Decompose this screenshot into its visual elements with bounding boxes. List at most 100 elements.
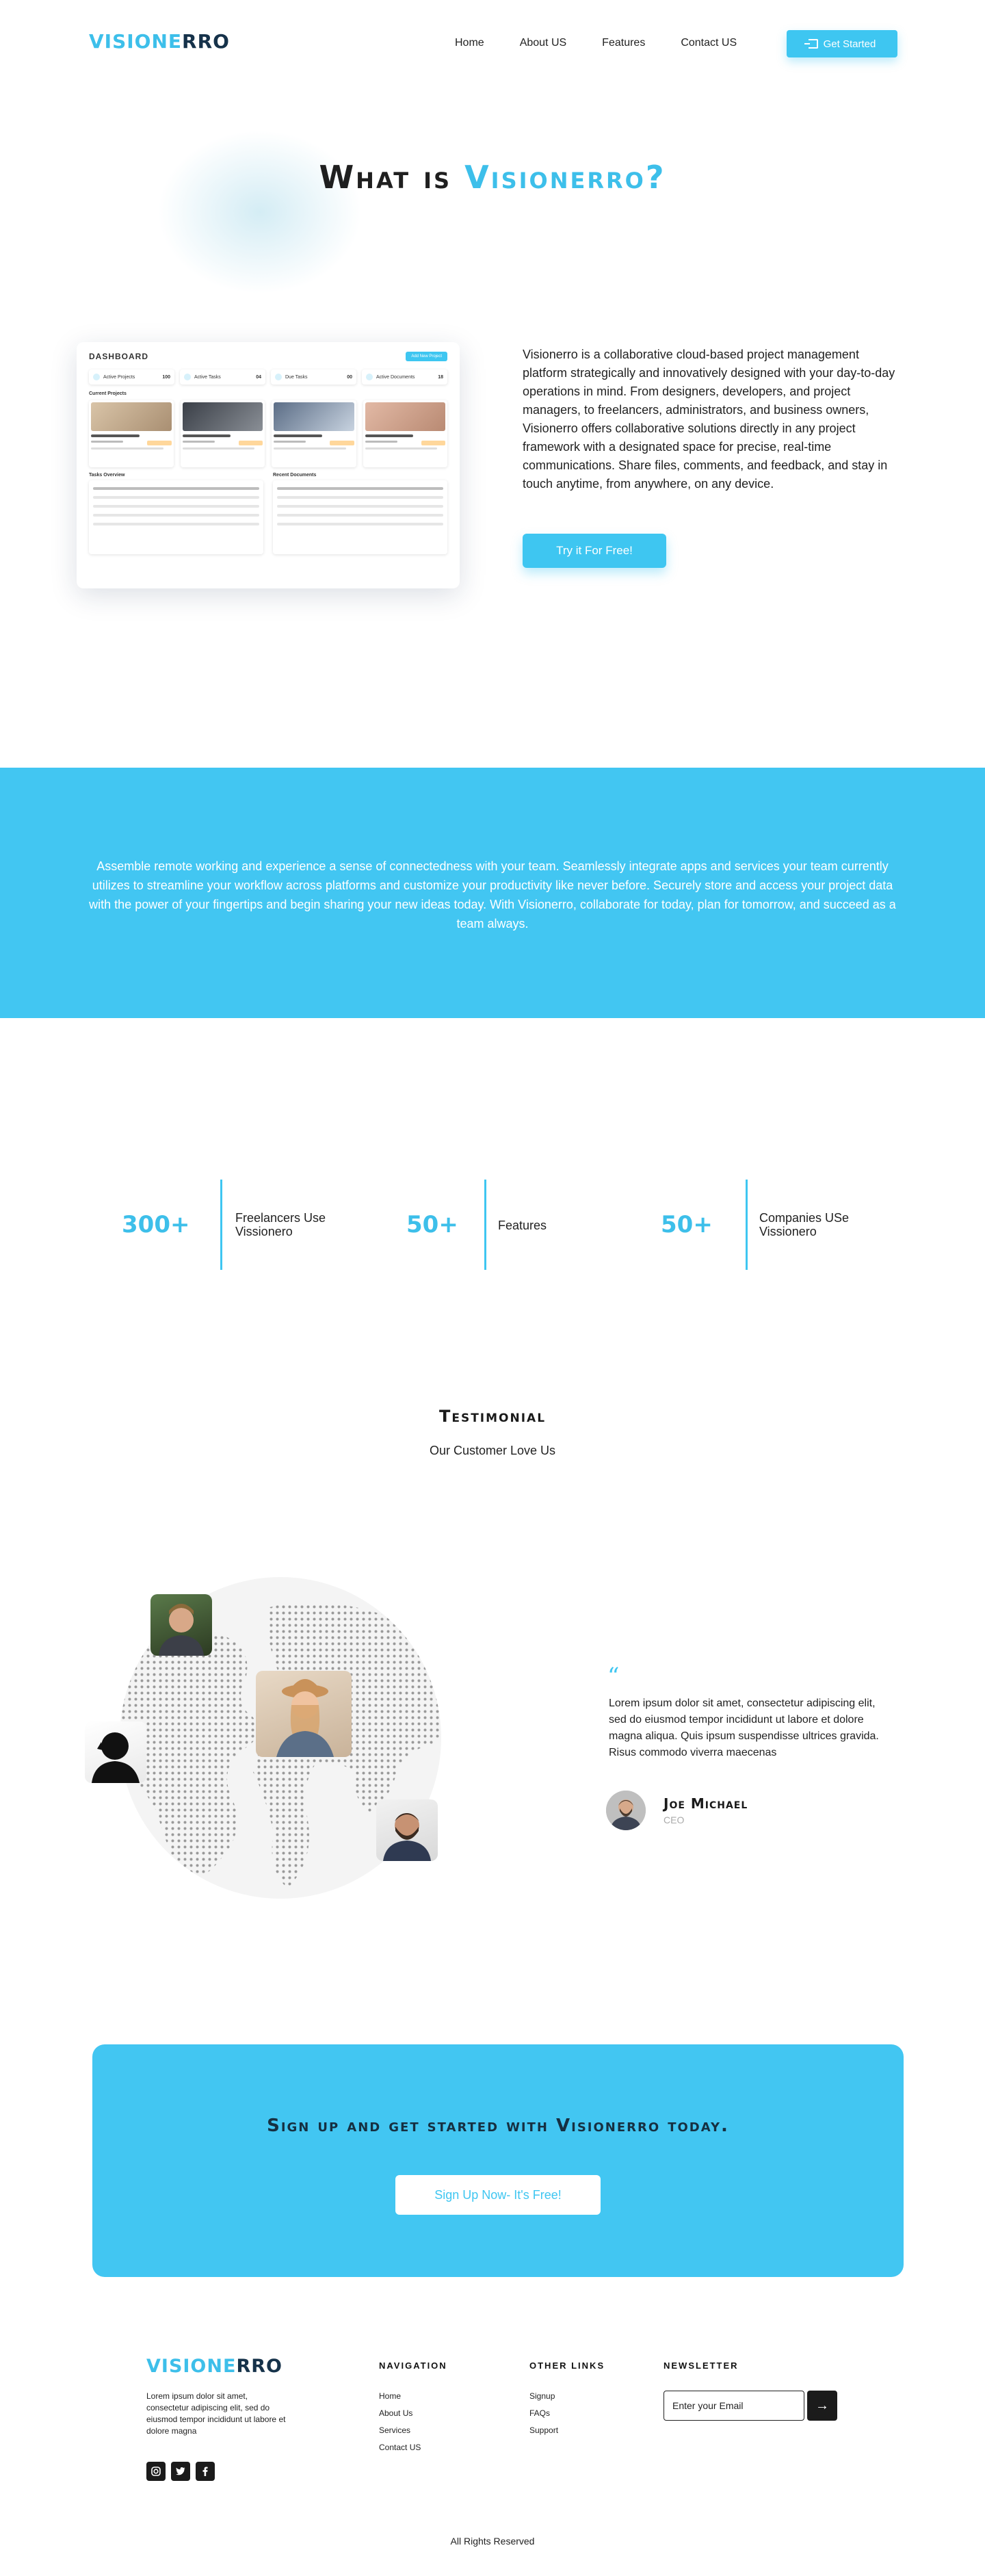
footer-nav-list: Home About Us Services Contact US bbox=[379, 2388, 421, 2456]
stat-divider bbox=[220, 1180, 222, 1270]
stat-value: 100 bbox=[162, 374, 170, 380]
stat-value: 00 bbox=[347, 374, 352, 380]
person-icon bbox=[606, 1791, 646, 1830]
person-icon bbox=[383, 1813, 431, 1861]
arrow-right-icon[interactable]: → bbox=[807, 2391, 837, 2421]
facebook-icon[interactable] bbox=[196, 2462, 215, 2481]
nav-contact[interactable]: Contact US bbox=[681, 37, 737, 49]
logo-text-end: RRO bbox=[182, 30, 230, 53]
get-started-label: Get Started bbox=[823, 38, 876, 50]
signup-cta: Sign up and get started with Visionerro … bbox=[92, 2044, 904, 2277]
dashboard-tables: Tasks Overview Recent Documents bbox=[89, 473, 447, 554]
stat-divider bbox=[484, 1180, 486, 1270]
login-icon bbox=[804, 39, 818, 49]
person-icon bbox=[276, 1679, 334, 1757]
dashboard-stats: Active Projects 100 Active Tasks 04 Due Ta… bbox=[89, 369, 447, 385]
footer-logo[interactable]: VISIONERRO bbox=[146, 2356, 283, 2377]
stat-icon bbox=[184, 374, 191, 380]
footer-link-services[interactable]: Services bbox=[379, 2422, 421, 2439]
site-header: VISIONERRO Home About US Features Contac… bbox=[0, 0, 985, 89]
project-card bbox=[181, 400, 265, 467]
footer-link-home[interactable]: Home bbox=[379, 2388, 421, 2405]
social-links bbox=[146, 2462, 215, 2481]
stat-label-line: Companies USe bbox=[759, 1211, 850, 1225]
documents-table: Recent Documents bbox=[273, 473, 447, 554]
stat-icon bbox=[366, 374, 373, 380]
footer-link-about[interactable]: About Us bbox=[379, 2405, 421, 2422]
stat-number: 300+ bbox=[122, 1211, 190, 1238]
footer-link-faqs[interactable]: FAQs bbox=[529, 2405, 558, 2422]
stat-label-line: Features bbox=[498, 1219, 547, 1232]
project-image bbox=[91, 402, 172, 431]
current-projects-label: Current Projects bbox=[89, 391, 127, 396]
stat-card: Active Projects 100 bbox=[89, 369, 174, 385]
cta-heading: Sign up and get started with Visionerro … bbox=[267, 2116, 729, 2136]
stat-value: 18 bbox=[438, 374, 443, 380]
stat-value: 04 bbox=[256, 374, 261, 380]
nav-home[interactable]: Home bbox=[455, 37, 484, 49]
avatar-man-2 bbox=[376, 1799, 438, 1861]
stat-label: Freelancers Use Vissionero bbox=[235, 1211, 326, 1238]
footer-other-heading: OTHER LINKS bbox=[529, 2360, 605, 2371]
stat-icon bbox=[275, 374, 282, 380]
logo[interactable]: VISIONERRO bbox=[89, 30, 230, 53]
stat-card: Active Tasks 04 bbox=[180, 369, 265, 385]
add-project-button: Add New Project bbox=[406, 352, 447, 361]
newsletter-email-input[interactable] bbox=[664, 2391, 804, 2421]
stat-label-line: Vissionero bbox=[759, 1225, 817, 1238]
stat-card: Active Documents 18 bbox=[362, 369, 447, 385]
hero-title-prefix: What is bbox=[319, 159, 465, 196]
stat-divider bbox=[746, 1180, 748, 1270]
stat-label: Due Tasks bbox=[285, 374, 308, 380]
tasks-table: Tasks Overview bbox=[89, 473, 263, 554]
tasks-label: Tasks Overview bbox=[89, 473, 125, 478]
footer-other-list: Signup FAQs Support bbox=[529, 2388, 558, 2439]
logo-text: VISIONE bbox=[89, 30, 183, 53]
footer-logo-text-end: RRO bbox=[236, 2356, 283, 2377]
project-cards bbox=[89, 400, 447, 467]
reviewer-name: Joe Michael bbox=[664, 1795, 748, 1812]
twitter-icon[interactable] bbox=[171, 2462, 190, 2481]
project-card bbox=[272, 400, 356, 467]
nav-about[interactable]: About US bbox=[520, 37, 566, 49]
stat-label: Features bbox=[498, 1219, 547, 1232]
project-card bbox=[89, 400, 174, 467]
instagram-icon[interactable] bbox=[146, 2462, 166, 2481]
copyright: All Rights Reserved bbox=[450, 2536, 535, 2547]
dashboard-preview: DASHBOARD Add New Project Active Project… bbox=[77, 342, 460, 588]
hero-title: What is Visionerro? bbox=[0, 159, 985, 196]
testimonial-heading: Testimonial bbox=[438, 1407, 547, 1426]
footer-nav-heading: NAVIGATION bbox=[379, 2360, 447, 2371]
project-image bbox=[274, 402, 354, 431]
stat-label: Companies USe Vissionero bbox=[759, 1211, 849, 1238]
testimonial-quote: Lorem ipsum dolor sit amet, consectetur … bbox=[609, 1697, 879, 1758]
try-free-button[interactable]: Try it For Free! bbox=[523, 534, 666, 568]
main-nav: Home About US Features Contact US bbox=[455, 37, 737, 49]
footer-link-support[interactable]: Support bbox=[529, 2422, 558, 2439]
feature-band: Assemble remote working and experience a… bbox=[0, 768, 985, 1018]
avatar-silhouette bbox=[85, 1721, 146, 1783]
avatar-woman bbox=[256, 1671, 352, 1757]
project-image bbox=[182, 402, 263, 431]
stat-number: 50+ bbox=[406, 1211, 458, 1238]
project-card bbox=[363, 400, 448, 467]
reviewer-role: CEO bbox=[664, 1814, 685, 1825]
stat-label: Active Projects bbox=[103, 374, 135, 380]
footer-logo-text: VISIONE bbox=[146, 2356, 237, 2377]
stat-icon bbox=[93, 374, 100, 380]
reviewer-avatar bbox=[606, 1791, 646, 1830]
footer-link-signup[interactable]: Signup bbox=[529, 2388, 558, 2405]
hero-glow bbox=[157, 130, 363, 294]
stat-label: Active Tasks bbox=[194, 374, 221, 380]
testimonial-subheading: Our Customer Love Us bbox=[429, 1444, 556, 1457]
docs-label: Recent Documents bbox=[273, 473, 317, 478]
person-icon bbox=[159, 1604, 204, 1656]
signup-button[interactable]: Sign Up Now- It's Free! bbox=[395, 2175, 601, 2215]
footer-description: Lorem ipsum dolor sit amet, consectetur … bbox=[146, 2391, 286, 2436]
about-text: Visionerro is a collaborative cloud-base… bbox=[523, 348, 895, 491]
stat-label-line: Freelancers Use bbox=[235, 1211, 326, 1225]
newsletter-heading: NEWSLETTER bbox=[664, 2360, 739, 2371]
get-started-button[interactable]: Get Started bbox=[787, 30, 897, 57]
nav-features[interactable]: Features bbox=[602, 37, 645, 49]
footer-link-contact[interactable]: Contact US bbox=[379, 2439, 421, 2456]
